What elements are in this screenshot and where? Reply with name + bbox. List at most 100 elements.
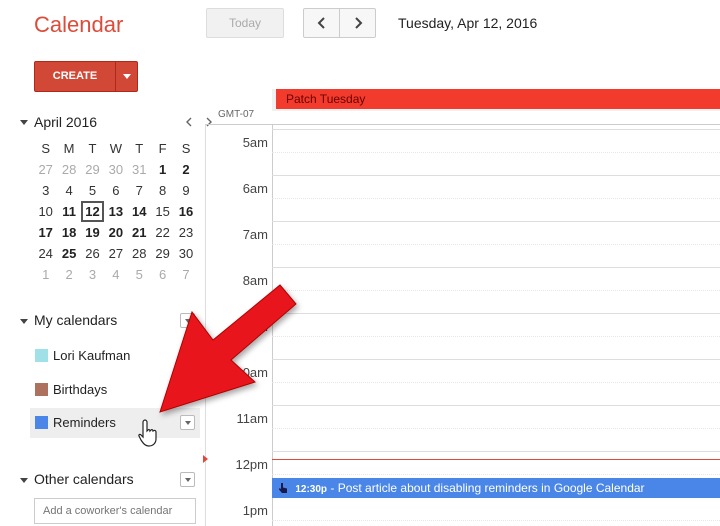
calendar-item-birthdays[interactable]: Birthdays bbox=[30, 375, 200, 405]
mini-calendar-day[interactable]: 5 bbox=[128, 264, 151, 285]
mini-calendar-day[interactable]: 1 bbox=[151, 159, 174, 180]
mini-calendar-day[interactable]: 2 bbox=[174, 159, 197, 180]
hour-row[interactable]: 9am bbox=[205, 313, 720, 359]
mini-calendar-day[interactable]: 17 bbox=[34, 222, 57, 243]
mini-calendar-day[interactable]: 22 bbox=[151, 222, 174, 243]
mini-calendar-day[interactable]: 16 bbox=[174, 201, 197, 222]
hour-line bbox=[272, 129, 720, 130]
mini-calendar-day[interactable]: 3 bbox=[81, 264, 104, 285]
mini-calendar-day[interactable]: 28 bbox=[57, 159, 80, 180]
mini-calendar-day[interactable]: 24 bbox=[34, 243, 57, 264]
today-button[interactable]: Today bbox=[206, 8, 284, 38]
chevron-right-icon bbox=[354, 17, 362, 29]
weekday-label: M bbox=[63, 141, 75, 156]
hour-row[interactable]: 10am bbox=[205, 359, 720, 405]
calendar-color-swatch bbox=[35, 349, 48, 362]
mini-calendar-day[interactable]: 7 bbox=[128, 180, 151, 201]
mini-calendar-day[interactable]: 9 bbox=[174, 180, 197, 201]
half-hour-line bbox=[272, 244, 720, 245]
hour-label: 7am bbox=[242, 227, 268, 242]
app-title[interactable]: Calendar bbox=[34, 12, 123, 38]
my-calendars-menu-button[interactable] bbox=[180, 313, 195, 328]
mini-calendar-day[interactable]: 27 bbox=[34, 159, 57, 180]
hour-line bbox=[272, 175, 720, 176]
create-button[interactable]: CREATE bbox=[35, 62, 115, 91]
hand-pointer-icon bbox=[138, 419, 157, 447]
mini-calendar-week: 3456789 bbox=[34, 180, 198, 201]
mini-calendar-day[interactable]: 6 bbox=[104, 180, 127, 201]
next-button[interactable] bbox=[339, 9, 375, 37]
mini-calendar-day[interactable]: 1 bbox=[34, 264, 57, 285]
mini-calendar-day[interactable]: 25 bbox=[57, 243, 80, 264]
all-day-event[interactable]: Patch Tuesday bbox=[276, 89, 720, 109]
event-time: 12:30p bbox=[295, 484, 328, 495]
mini-calendar-day[interactable]: 19 bbox=[81, 222, 104, 243]
caret-down-icon bbox=[184, 318, 191, 323]
mini-calendar-day[interactable]: 5 bbox=[81, 180, 104, 201]
half-hour-line bbox=[272, 474, 720, 475]
mini-calendar-day[interactable]: 13 bbox=[104, 201, 127, 222]
caret-down-icon bbox=[122, 74, 131, 79]
mini-calendar-day[interactable]: 2 bbox=[57, 264, 80, 285]
hour-line bbox=[272, 221, 720, 222]
mini-calendar-header: April 2016 bbox=[20, 113, 212, 131]
collapse-triangle-icon[interactable] bbox=[20, 478, 28, 483]
mini-calendar-day[interactable]: 27 bbox=[104, 243, 127, 264]
reminder-event[interactable]: 12:30p - Post article about disabling re… bbox=[272, 478, 720, 498]
mini-calendar-day[interactable]: 26 bbox=[81, 243, 104, 264]
mini-calendar-day[interactable]: 18 bbox=[57, 222, 80, 243]
add-coworker-calendar-input[interactable] bbox=[34, 498, 196, 524]
hour-label: 5am bbox=[242, 135, 268, 150]
calendar-item-lori-kaufman[interactable]: Lori Kaufman bbox=[30, 341, 200, 371]
mini-calendar-title[interactable]: April 2016 bbox=[34, 114, 97, 130]
mini-calendar-week: 17 18 19 20 21 22 23 bbox=[34, 222, 198, 243]
collapse-triangle-icon[interactable] bbox=[20, 319, 28, 324]
mini-calendar-day[interactable]: 20 bbox=[104, 222, 127, 243]
calendar-item-reminders[interactable]: Reminders bbox=[30, 408, 200, 438]
prev-button[interactable] bbox=[304, 9, 339, 37]
reminders-options-button[interactable] bbox=[180, 415, 195, 430]
mini-calendar-day[interactable]: 4 bbox=[104, 264, 127, 285]
reminder-hand-icon bbox=[279, 483, 287, 493]
other-calendars-title[interactable]: Other calendars bbox=[34, 471, 134, 487]
hour-row[interactable]: 11am bbox=[205, 405, 720, 451]
hour-row[interactable]: 7am bbox=[205, 221, 720, 267]
hour-row[interactable]: 8am bbox=[205, 267, 720, 313]
mini-calendar-today[interactable]: 12 bbox=[80, 201, 105, 222]
mini-calendar-day[interactable]: 30 bbox=[104, 159, 127, 180]
mini-calendar-day[interactable]: 21 bbox=[128, 222, 151, 243]
mini-calendar-day[interactable]: 10 bbox=[34, 201, 57, 222]
mini-calendar-day[interactable]: 4 bbox=[57, 180, 80, 201]
hour-row[interactable]: 6am bbox=[205, 175, 720, 221]
hour-label: 12pm bbox=[235, 457, 268, 472]
mini-calendar-day[interactable]: 30 bbox=[174, 243, 197, 264]
calendar-item-label: Lori Kaufman bbox=[53, 348, 131, 363]
other-calendars-header: Other calendars bbox=[20, 471, 200, 491]
hour-row[interactable]: 5am bbox=[205, 129, 720, 175]
mini-calendar-day[interactable]: 11 bbox=[57, 201, 80, 222]
caret-down-icon bbox=[184, 477, 191, 482]
collapse-triangle-icon[interactable] bbox=[20, 120, 28, 125]
mini-calendar-day[interactable]: 31 bbox=[128, 159, 151, 180]
mini-calendar-day[interactable]: 3 bbox=[34, 180, 57, 201]
my-calendars-title[interactable]: My calendars bbox=[34, 312, 117, 328]
create-dropdown-button[interactable] bbox=[115, 62, 137, 91]
mini-calendar-day[interactable]: 23 bbox=[174, 222, 197, 243]
weekday-label: T bbox=[88, 141, 97, 156]
other-calendars-menu-button[interactable] bbox=[180, 472, 195, 487]
mini-calendar-day[interactable]: 29 bbox=[81, 159, 104, 180]
hour-line bbox=[272, 359, 720, 360]
hour-label: 8am bbox=[242, 273, 268, 288]
chevron-left-icon[interactable] bbox=[182, 115, 196, 129]
hour-row[interactable]: 1pm bbox=[205, 497, 720, 526]
half-hour-line bbox=[272, 290, 720, 291]
mini-calendar-day[interactable]: 14 bbox=[128, 201, 151, 222]
half-hour-line bbox=[272, 520, 720, 521]
mini-calendar-day[interactable]: 28 bbox=[128, 243, 151, 264]
mini-calendar-day[interactable]: 7 bbox=[174, 264, 197, 285]
mini-calendar-day[interactable]: 8 bbox=[151, 180, 174, 201]
mini-calendar-day[interactable]: 15 bbox=[151, 201, 174, 222]
mini-calendar-day[interactable]: 6 bbox=[151, 264, 174, 285]
mini-calendar-day[interactable]: 29 bbox=[151, 243, 174, 264]
event-title: - Post article about disabling reminders… bbox=[330, 481, 645, 495]
